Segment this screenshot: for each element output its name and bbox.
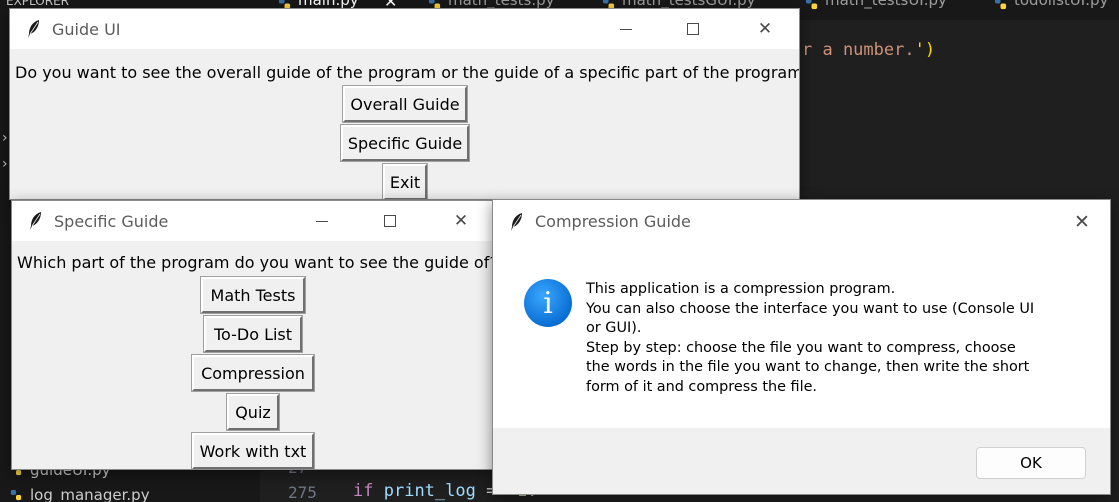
tk-feather-icon <box>30 212 41 230</box>
tk-feather-icon <box>511 213 522 231</box>
python-file-icon <box>805 0 818 10</box>
compression-button[interactable]: Compression <box>191 354 315 392</box>
guide-ui-window: Guide UI ✕ Do you want to see the overal… <box>9 8 800 200</box>
close-button[interactable]: ✕ <box>438 201 484 241</box>
chevron-right-icon[interactable]: › <box>2 156 8 172</box>
tk-feather-icon <box>28 20 39 38</box>
window-title: Guide UI <box>52 20 121 39</box>
minimize-icon <box>316 220 328 222</box>
tab-todolistui-py[interactable]: todolistUI.py <box>992 0 1119 20</box>
work-with-txt-button[interactable]: Work with txt <box>191 432 315 469</box>
message-line: This application is a compression progra… <box>586 281 896 297</box>
maximize-button[interactable] <box>367 201 413 241</box>
minimize-button[interactable] <box>603 9 649 49</box>
exit-button[interactable]: Exit <box>382 163 428 199</box>
window-title: Compression Guide <box>535 212 691 231</box>
tab-math-testsui-py[interactable]: math_testsUI.py <box>803 0 963 20</box>
guide-question: Do you want to see the overall guide of … <box>15 63 800 82</box>
title-bar[interactable]: Guide UI ✕ <box>10 9 799 49</box>
code-string: r a number. <box>802 40 915 60</box>
file-name: log_manager.py <box>30 486 150 502</box>
title-bar[interactable]: Specific Guide ✕ <box>12 201 492 241</box>
ok-button[interactable]: OK <box>976 447 1086 479</box>
math-tests-button[interactable]: Math Tests <box>200 276 306 314</box>
explorer-title: EXPLORER <box>6 0 69 8</box>
code-keyword: if <box>353 481 374 501</box>
todo-list-button[interactable]: To-Do List <box>203 315 303 353</box>
code-string-fragment: r a number.') <box>802 40 935 60</box>
message-line: the words in the file you want to change… <box>586 359 1030 375</box>
close-icon: ✕ <box>453 211 469 231</box>
specific-question: Which part of the program do you want to… <box>17 253 493 272</box>
close-button[interactable]: ✕ <box>1064 204 1100 240</box>
python-file-icon <box>994 0 1007 10</box>
close-icon: ✕ <box>1074 211 1090 233</box>
chevron-right-icon[interactable]: › <box>2 130 8 146</box>
code-paren: ') <box>914 40 936 60</box>
overall-guide-button[interactable]: Overall Guide <box>342 85 468 123</box>
specific-guide-window: Specific Guide ✕ Which part of the progr… <box>11 200 493 470</box>
maximize-icon <box>384 215 396 227</box>
window-title: Specific Guide <box>54 212 169 231</box>
python-file-icon <box>10 489 22 501</box>
message-line: You can also choose the interface you wa… <box>586 301 1035 317</box>
close-button[interactable]: ✕ <box>742 9 788 49</box>
specific-guide-button[interactable]: Specific Guide <box>340 124 470 162</box>
more-actions-icon[interactable]: ··· <box>222 0 238 7</box>
compression-guide-dialog: Compression Guide ✕ i This application i… <box>492 199 1111 495</box>
file-item-log-manager[interactable]: log_manager.py <box>10 486 150 502</box>
message-line: Step by step: choose the file you want t… <box>586 340 1016 356</box>
message-line: or GUI). <box>586 320 642 336</box>
maximize-icon <box>687 23 699 35</box>
line-number: 275 <box>288 483 317 502</box>
info-icon: i <box>524 279 572 327</box>
quiz-button[interactable]: Quiz <box>226 393 280 431</box>
minimize-icon <box>620 28 632 30</box>
title-bar[interactable]: Compression Guide ✕ <box>493 200 1110 244</box>
code-identifier: print_log <box>383 481 476 501</box>
close-icon: ✕ <box>757 19 773 39</box>
maximize-button[interactable] <box>670 9 716 49</box>
minimize-button[interactable] <box>299 201 345 241</box>
message-line: form of it and compress the file. <box>586 379 818 395</box>
